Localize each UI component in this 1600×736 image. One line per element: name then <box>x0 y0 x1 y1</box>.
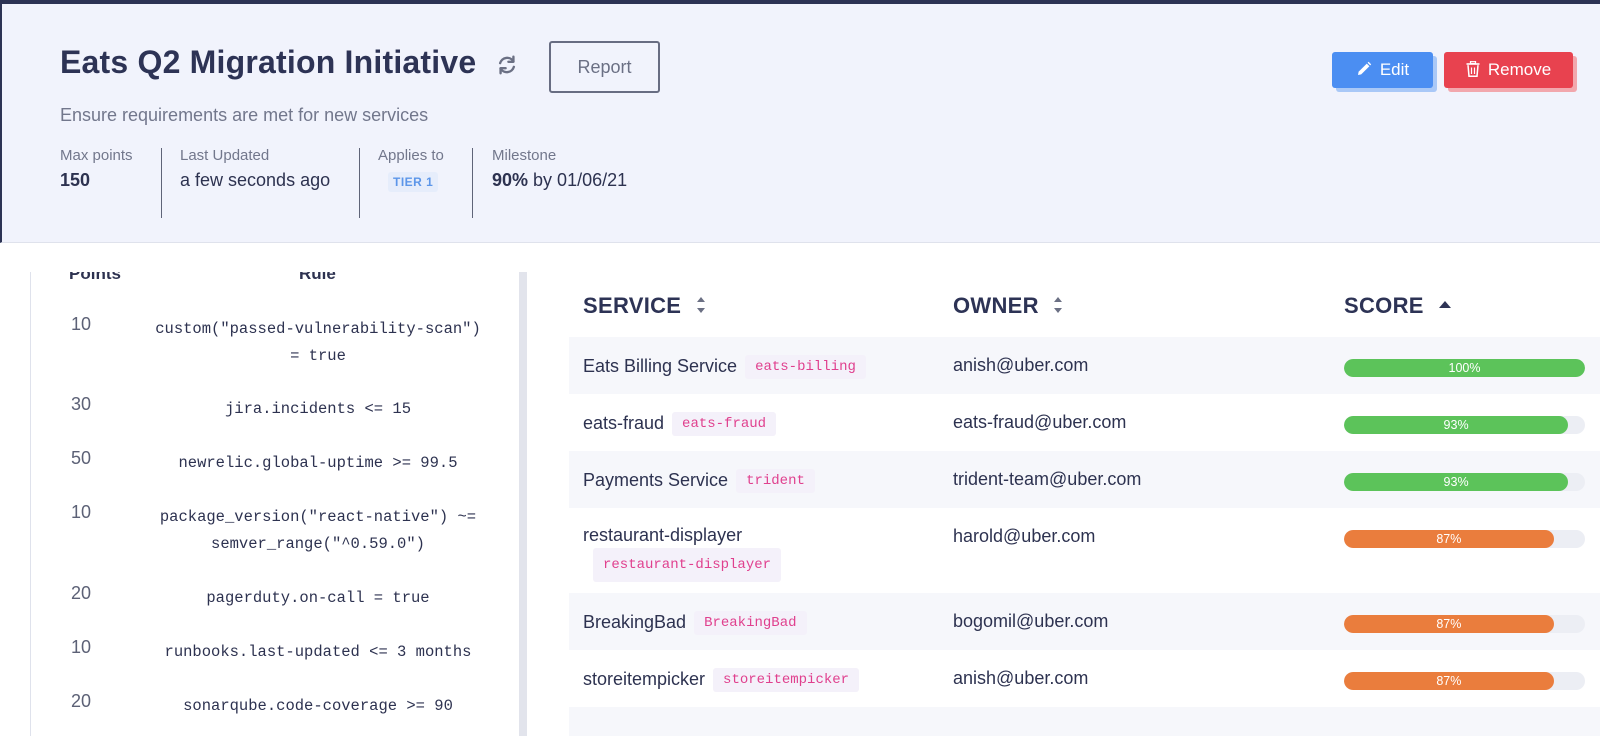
rule-points: 10 <box>71 637 92 657</box>
score-bar: 93% <box>1344 416 1585 434</box>
trash-icon <box>1466 61 1480 77</box>
rule-points: 10 <box>71 314 92 334</box>
table-row[interactable]: restaurant-displayer restaurant-displayer… <box>569 508 1600 593</box>
table-row[interactable]: Payments Service trident trident-team@ube… <box>569 451 1600 508</box>
rule-expression: sonarqube.code-coverage >= 90 <box>183 697 453 715</box>
score-bar: 100% <box>1344 359 1585 377</box>
score-bar-fill: 87% <box>1344 530 1554 548</box>
rules-rule-header: Rule <box>299 272 336 283</box>
table-row[interactable]: eats-fraud eats-fraud eats-fraud@uber.com… <box>569 394 1600 451</box>
stat-max-points: Max points 150 <box>60 147 133 217</box>
score-bar: 93% <box>1344 473 1585 491</box>
milestone-date: by 01/06/21 <box>533 170 628 190</box>
stat-label: Milestone <box>492 147 557 164</box>
stat-value: 90% by 01/06/21 <box>492 170 627 191</box>
table-row-partial[interactable] <box>569 707 1600 736</box>
page-subtitle: Ensure requirements are met for new serv… <box>60 105 429 125</box>
table-row[interactable]: BreakingBad BreakingBad bogomil@uber.com … <box>569 593 1600 650</box>
service-name: storeitempicker storeitempicker <box>583 668 860 692</box>
rule-points: 50 <box>71 448 92 468</box>
service-name: eats-fraud eats-fraud <box>583 412 777 436</box>
stat-value: a few seconds ago <box>180 170 331 190</box>
edit-button[interactable]: Edit <box>1332 52 1433 88</box>
stat-milestone: Milestone 90% by 01/06/21 <box>492 147 627 217</box>
service-name: Payments Service trident <box>583 469 815 493</box>
owner-email: trident-team@uber.com <box>953 469 1142 489</box>
score-column-header[interactable]: SCORE <box>1344 293 1452 319</box>
rule-points: 30 <box>71 394 92 414</box>
rule-expression: jira.incidents <= 15 <box>224 400 412 418</box>
rules-panel: Points Rule 10 custom("passed-vulnerabil… <box>30 272 522 736</box>
rule-points: 20 <box>71 691 92 711</box>
service-tag: BreakingBad <box>694 611 807 635</box>
score-bar-fill: 93% <box>1344 416 1569 434</box>
stat-divider <box>359 148 360 218</box>
sort-ascending-icon <box>1439 301 1452 309</box>
service-name: BreakingBad BreakingBad <box>583 611 807 635</box>
rule-points: 20 <box>71 583 92 603</box>
service-tag: storeitempicker <box>713 668 860 692</box>
pencil-icon <box>1357 61 1372 76</box>
service-tag: eats-billing <box>745 355 866 379</box>
sort-icon <box>1054 297 1063 314</box>
table-row[interactable]: Eats Billing Service eats-billing anish@u… <box>569 337 1600 394</box>
rule-expression: newrelic.global-uptime >= 99.5 <box>178 454 458 472</box>
score-bar-fill: 87% <box>1344 672 1554 690</box>
score-bar-fill: 100% <box>1344 359 1585 377</box>
milestone-percent: 90% <box>492 170 529 190</box>
stat-applies-to: Applies to TIER 1 <box>378 147 444 217</box>
owner-email: anish@uber.com <box>953 668 1089 688</box>
remove-label: Remove <box>1487 60 1552 79</box>
score-bar: 87% <box>1344 615 1585 633</box>
rule-points: 10 <box>71 502 92 522</box>
score-bar: 87% <box>1344 672 1585 690</box>
service-name: restaurant-displayer restaurant-displayer <box>583 522 782 582</box>
report-button[interactable]: Report <box>549 41 660 93</box>
tier-badge: TIER 1 <box>388 172 439 192</box>
stat-label: Applies to <box>378 147 444 164</box>
initiative-header: Eats Q2 Migration Initiative Report Ensu… <box>0 0 1600 243</box>
rules-points-header: Points <box>69 272 121 283</box>
stat-label: Max points <box>60 147 133 164</box>
owner-email: harold@uber.com <box>953 526 1096 546</box>
score-bar: 87% <box>1344 530 1585 548</box>
sort-icon <box>696 297 705 314</box>
score-bar-fill: 87% <box>1344 615 1554 633</box>
owner-column-header[interactable]: OWNER <box>953 293 1063 319</box>
rule-expression: pagerduty.on-call = true <box>206 589 430 607</box>
owner-email: eats-fraud@uber.com <box>953 412 1127 432</box>
page-title: Eats Q2 Migration Initiative <box>60 44 477 80</box>
service-column-header[interactable]: SERVICE <box>583 293 706 319</box>
service-name: Eats Billing Service eats-billing <box>583 355 866 379</box>
score-bar-fill: 93% <box>1344 473 1569 491</box>
remove-button[interactable]: Remove <box>1444 52 1573 88</box>
service-tag: eats-fraud <box>672 412 777 436</box>
owner-email: bogomil@uber.com <box>953 611 1109 631</box>
stat-divider <box>161 148 162 218</box>
rule-expression: runbooks.last-updated <= 3 months <box>164 643 472 661</box>
stat-divider <box>472 148 473 218</box>
rule-expression: package_version("react-native") ~= semver… <box>159 508 477 553</box>
refresh-icon[interactable] <box>496 54 518 76</box>
stat-label: Last Updated <box>180 147 270 164</box>
stat-last-updated: Last Updated a few seconds ago <box>180 147 330 217</box>
service-tag: restaurant-displayer <box>593 548 782 582</box>
rule-expression: custom("passed-vulnerability-scan") = tru… <box>155 320 481 365</box>
table-row[interactable]: storeitempicker storeitempicker anish@ube… <box>569 650 1600 707</box>
owner-email: anish@uber.com <box>953 355 1089 375</box>
service-tag: trident <box>736 469 815 493</box>
rules-scrollbar[interactable] <box>519 272 527 736</box>
stat-value: 150 <box>60 170 91 190</box>
edit-label: Edit <box>1379 60 1410 79</box>
